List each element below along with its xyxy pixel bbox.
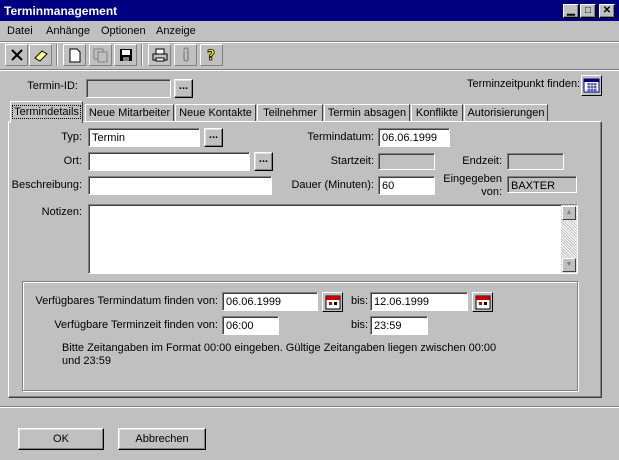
- copy-icon: [93, 48, 107, 62]
- arrow-up-icon: ▲: [565, 209, 573, 216]
- tab-neue-mitarbeiter[interactable]: Neue Mitarbeiter: [85, 104, 174, 122]
- time-bis-label: bis:: [351, 319, 369, 331]
- date-finder-label: Verfügbares Termindatum finden von:: [35, 295, 218, 307]
- tab-autorisierungen[interactable]: Autorisierungen: [464, 104, 548, 122]
- menu-datei[interactable]: Datei: [7, 25, 33, 37]
- startzeit-field: [378, 153, 435, 170]
- window-title: Terminmanagement: [0, 0, 619, 21]
- toolbar-bottom-separator: [0, 69, 619, 71]
- ort-label: Ort:: [63, 155, 82, 167]
- close-button[interactable]: ✕: [599, 4, 615, 18]
- print-button[interactable]: [148, 44, 171, 66]
- tab-konflikte[interactable]: Konflikte: [411, 104, 463, 122]
- close-icon: ✕: [602, 5, 612, 16]
- tab-termindetails[interactable]: Termindetails: [10, 101, 83, 123]
- termin-id-lookup-button[interactable]: ...: [174, 79, 193, 98]
- menu-optionen[interactable]: Optionen: [101, 25, 146, 37]
- scroll-up-button[interactable]: ▲: [562, 206, 576, 220]
- save-button[interactable]: [114, 44, 137, 66]
- format-hint-line1: Bitte Zeitangaben im Format 00:00 eingeb…: [62, 342, 497, 354]
- attachment-icon: [182, 47, 189, 62]
- tab-neue-kontakte[interactable]: Neue Kontakte: [175, 104, 256, 122]
- eingegeben-label: Eingegeben: [443, 173, 502, 185]
- notizen-textarea[interactable]: ▲ ▼: [88, 204, 578, 274]
- menu-separator: [0, 41, 619, 43]
- eingegeben-label-von: von:: [481, 186, 502, 198]
- menu-bar: Datei Anhänge Optionen Anzeige: [0, 21, 619, 41]
- date-to-calendar-button[interactable]: [472, 292, 493, 312]
- arrow-down-icon: ▼: [565, 261, 573, 268]
- maximize-button[interactable]: □: [580, 4, 596, 18]
- help-button[interactable]: ?: [200, 44, 223, 66]
- delete-icon: [10, 49, 23, 61]
- dauer-field[interactable]: 60: [378, 176, 435, 195]
- beschreibung-field[interactable]: [88, 176, 272, 195]
- new-document-button[interactable]: [63, 44, 86, 66]
- ort-lookup-button[interactable]: ...: [254, 152, 273, 171]
- endzeit-field: [507, 153, 564, 170]
- eraser-icon: [33, 50, 48, 62]
- dauer-label: Dauer (Minuten):: [291, 179, 374, 191]
- date-from-field[interactable]: 06.06.1999: [222, 292, 318, 311]
- delete-button[interactable]: [5, 44, 28, 66]
- svg-text:?: ?: [207, 48, 215, 63]
- date-from-calendar-button[interactable]: [322, 292, 343, 312]
- date-to-field[interactable]: 12.06.1999: [370, 292, 468, 311]
- calendar-icon: [475, 295, 490, 310]
- time-finder-label: Verfügbare Terminzeit finden von:: [54, 319, 218, 331]
- endzeit-label: Endzeit:: [462, 155, 502, 167]
- notizen-scrollbar[interactable]: ▲ ▼: [561, 205, 577, 273]
- minimize-button[interactable]: ▁: [563, 4, 579, 18]
- find-time-button[interactable]: [581, 75, 602, 96]
- ok-button[interactable]: OK: [18, 428, 104, 450]
- calendar-icon: [325, 295, 340, 310]
- termindatum-field[interactable]: 06.06.1999: [378, 128, 450, 147]
- format-hint-line2: und 23:59: [62, 355, 111, 364]
- format-hint: Bitte Zeitangaben im Format 00:00 eingeb…: [62, 342, 532, 364]
- time-to-field[interactable]: 23:59: [370, 316, 428, 335]
- attachment-button[interactable]: [174, 44, 197, 66]
- date-bis-label: bis:: [351, 295, 369, 307]
- bottom-separator: [0, 406, 619, 408]
- menu-anzeige[interactable]: Anzeige: [156, 25, 196, 37]
- new-document-icon: [69, 48, 80, 62]
- typ-lookup-button[interactable]: ...: [204, 128, 223, 147]
- cancel-button[interactable]: Abbrechen: [118, 428, 206, 450]
- help-icon: ?: [206, 48, 215, 63]
- toolbar-separator: [56, 44, 58, 66]
- eraser-button[interactable]: [29, 44, 52, 66]
- termindatum-label: Termindatum:: [307, 131, 374, 143]
- notizen-label: Notizen:: [41, 206, 82, 218]
- time-from-field[interactable]: 06:00: [222, 316, 279, 335]
- tab-label: Termindetails: [12, 105, 81, 119]
- beschreibung-label: Beschreibung:: [11, 179, 82, 191]
- menu-anhaenge[interactable]: Anhänge: [46, 25, 90, 37]
- save-icon: [119, 49, 132, 61]
- typ-field[interactable]: Termin: [88, 128, 200, 147]
- toolbar-separator: [141, 44, 143, 66]
- minimize-icon: ▁: [567, 5, 575, 16]
- ort-field[interactable]: [88, 152, 250, 171]
- tab-teilnehmer[interactable]: Teilnehmer: [257, 104, 323, 122]
- find-time-label: Terminzeitpunkt finden:: [467, 78, 581, 90]
- tab-termin-absagen[interactable]: Termin absagen: [324, 104, 410, 122]
- scroll-down-button[interactable]: ▼: [562, 258, 576, 272]
- termin-id-field[interactable]: [86, 79, 171, 98]
- termin-id-label: Termin-ID:: [27, 80, 78, 92]
- copy-button[interactable]: [89, 44, 112, 66]
- eingegeben-von-field: BAXTER: [507, 176, 577, 193]
- calendar-grid-icon: [583, 78, 600, 93]
- typ-label: Typ:: [61, 131, 82, 143]
- startzeit-label: Startzeit:: [330, 155, 374, 167]
- print-icon: [152, 48, 167, 62]
- maximize-icon: □: [584, 5, 592, 16]
